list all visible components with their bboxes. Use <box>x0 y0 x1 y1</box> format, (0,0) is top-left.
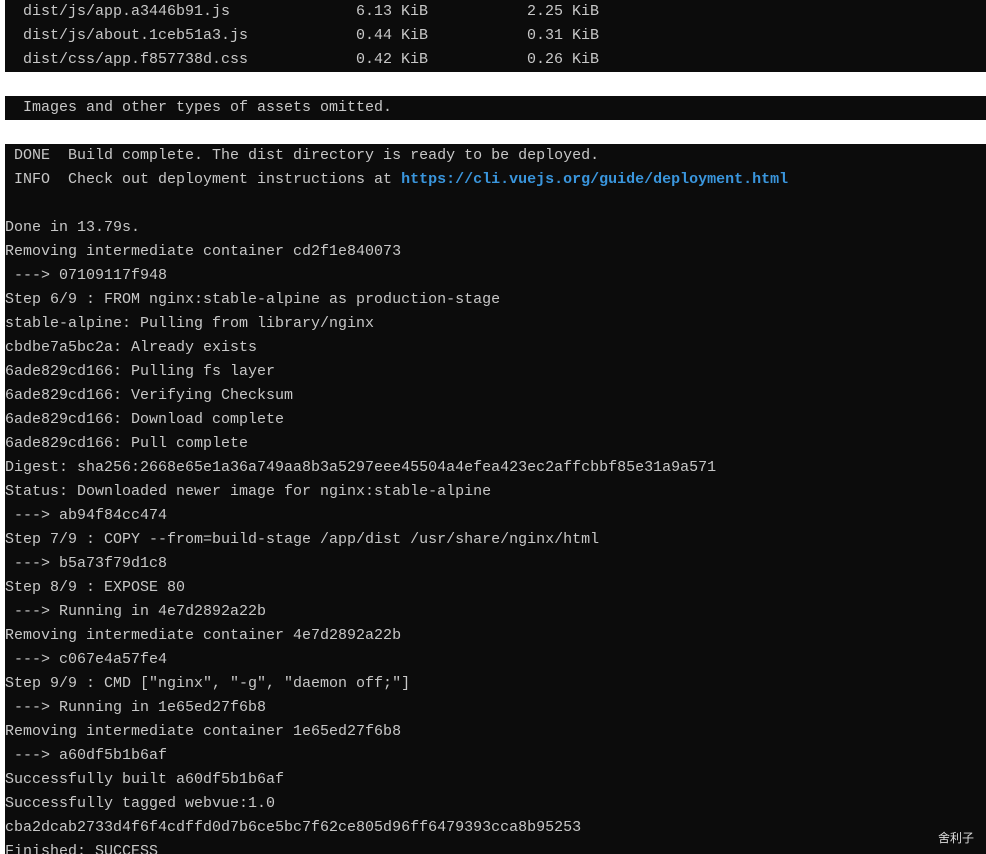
log-line: Removing intermediate container cd2f1e84… <box>5 243 402 260</box>
done-line: DONE Build complete. The dist directory … <box>5 147 600 164</box>
asset-size: 0.44 KiB <box>356 27 429 44</box>
log-line: Step 7/9 : COPY --from=build-stage /app/… <box>5 531 600 548</box>
log-line: 6ade829cd166: Download complete <box>5 411 285 428</box>
log-line: ---> 07109117f948 <box>5 267 168 284</box>
log-line: Status: Downloaded newer image for nginx… <box>5 483 492 500</box>
log-line: Removing intermediate container 1e65ed27… <box>5 723 402 740</box>
asset-gzipped: 0.26 KiB <box>527 51 600 68</box>
asset-file: dist/js/app.a3446b91.js <box>23 3 231 20</box>
watermark: 舍利子 <box>937 831 974 845</box>
log-line: 6ade829cd166: Verifying Checksum <box>5 387 294 404</box>
log-line: Step 9/9 : CMD ["nginx", "-g", "daemon o… <box>5 675 411 692</box>
log-line: ---> b5a73f79d1c8 <box>5 555 168 572</box>
asset-file: dist/js/about.1ceb51a3.js <box>23 27 249 44</box>
asset-file: dist/css/app.f857738d.css <box>23 51 249 68</box>
deployment-link[interactable]: https://cli.vuejs.org/guide/deployment.h… <box>401 171 788 188</box>
log-line: ---> ab94f84cc474 <box>5 507 168 524</box>
log-line: Step 8/9 : EXPOSE 80 <box>5 579 186 596</box>
asset-row: dist/js/app.a3446b91.js 6.13 KiB 2.25 KiB <box>5 0 986 24</box>
asset-size: 0.42 KiB <box>356 51 429 68</box>
log-line: cba2dcab2733d4f6f4cdffd0d7b6ce5bc7f62ce8… <box>5 819 582 836</box>
terminal-log: DONE Build complete. The dist directory … <box>5 144 986 854</box>
log-line: cbdbe7a5bc2a: Already exists <box>5 339 258 356</box>
log-line: Successfully built a60df5b1b6af <box>5 771 285 788</box>
asset-row: dist/js/about.1ceb51a3.js 0.44 KiB 0.31 Ki… <box>5 24 986 48</box>
asset-row: dist/css/app.f857738d.css 0.42 KiB 0.26 Ki… <box>5 48 986 72</box>
log-line: 6ade829cd166: Pulling fs layer <box>5 363 276 380</box>
asset-gzipped: 2.25 KiB <box>527 3 600 20</box>
log-line: stable-alpine: Pulling from library/ngin… <box>5 315 375 332</box>
asset-gzipped: 0.31 KiB <box>527 27 600 44</box>
omitted-note: Images and other types of assets omitted… <box>5 99 393 116</box>
info-line: INFO Check out deployment instructions a… <box>5 168 986 192</box>
log-line: ---> c067e4a57fe4 <box>5 651 168 668</box>
log-line: Removing intermediate container 4e7d2892… <box>5 627 402 644</box>
log-line: Digest: sha256:2668e65e1a36a749aa8b3a529… <box>5 459 717 476</box>
log-line: 6ade829cd166: Pull complete <box>5 435 249 452</box>
log-line: Done in 13.79s. <box>5 219 141 236</box>
log-line: Step 6/9 : FROM nginx:stable-alpine as p… <box>5 291 501 308</box>
asset-table: dist/js/app.a3446b91.js 6.13 KiB 2.25 KiB … <box>5 0 986 72</box>
log-line: Finished: SUCCESS <box>5 843 159 854</box>
log-line: ---> Running in 1e65ed27f6b8 <box>5 699 267 716</box>
omitted-block: Images and other types of assets omitted… <box>5 96 986 120</box>
log-line: ---> Running in 4e7d2892a22b <box>5 603 267 620</box>
info-text: INFO Check out deployment instructions a… <box>5 171 402 188</box>
asset-size: 6.13 KiB <box>356 3 429 20</box>
log-line: Successfully tagged webvue:1.0 <box>5 795 276 812</box>
log-line: ---> a60df5b1b6af <box>5 747 168 764</box>
